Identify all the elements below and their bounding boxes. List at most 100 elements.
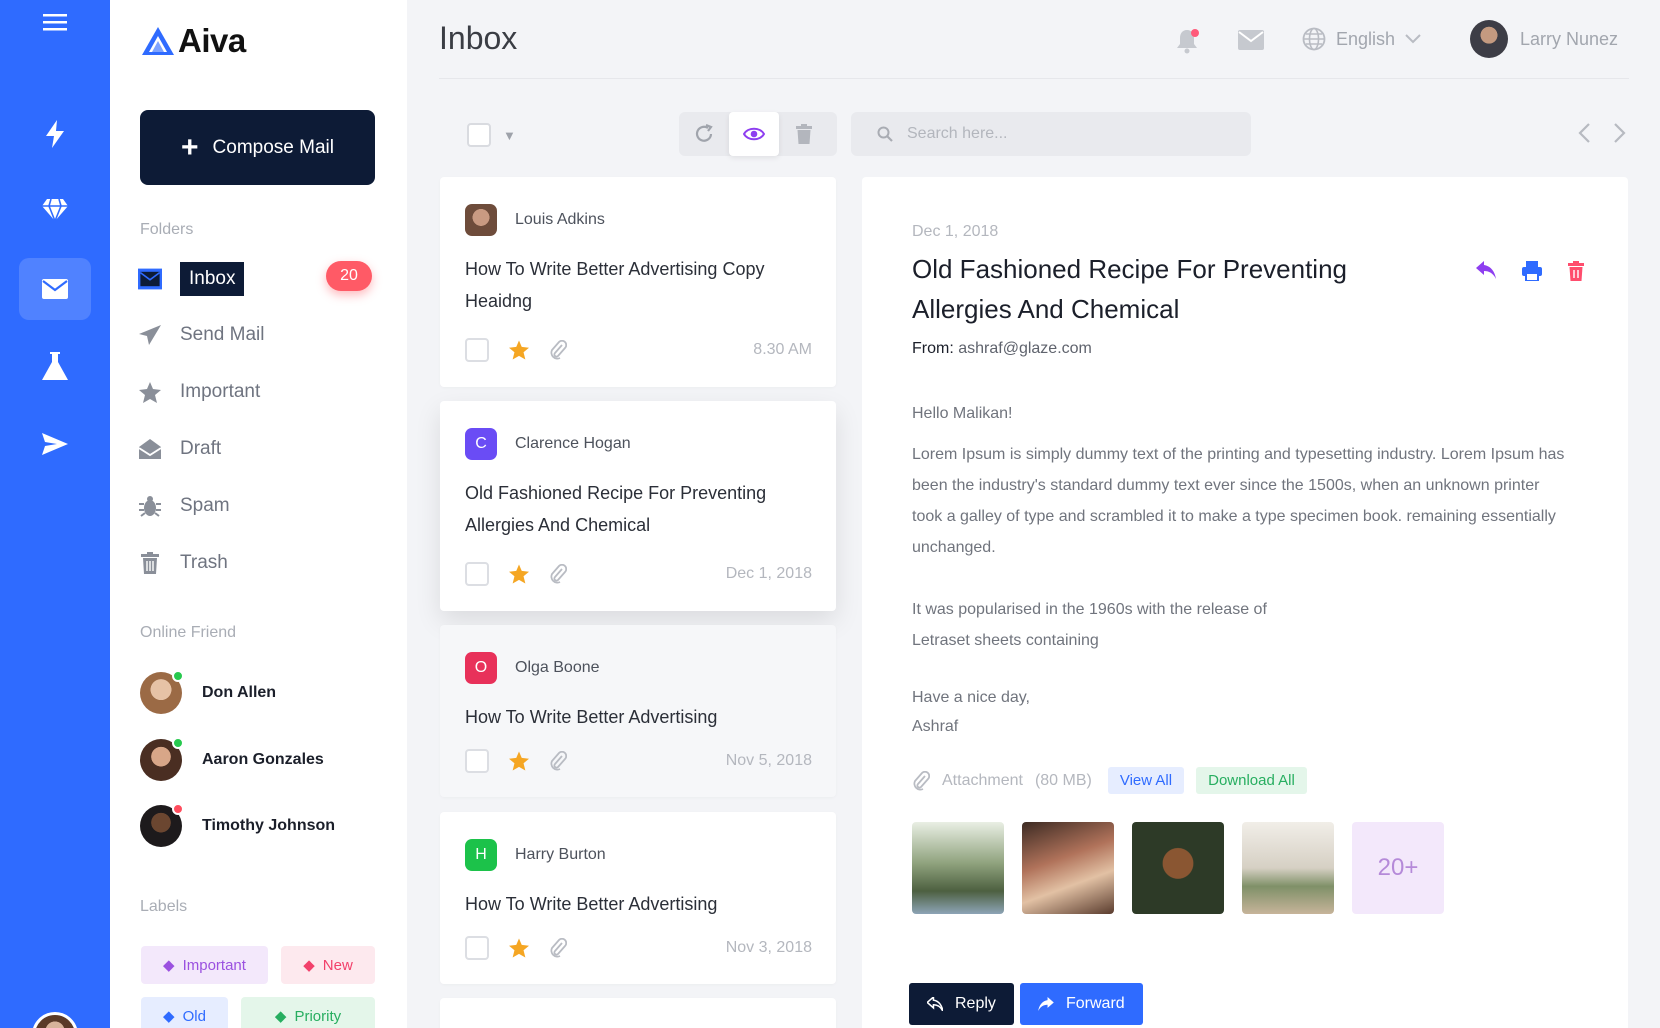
reply-icon[interactable]	[1476, 261, 1496, 279]
mail-actions	[465, 749, 567, 773]
folder-important[interactable]: Important	[138, 374, 378, 410]
star-icon[interactable]	[509, 564, 529, 584]
sender-name: Louis Adkins	[515, 211, 605, 228]
busy-status-dot	[172, 803, 184, 815]
chevron-down-icon	[1405, 34, 1421, 44]
menu-icon[interactable]	[0, 0, 110, 52]
compose-label: Compose Mail	[212, 136, 334, 158]
language-selector[interactable]: English	[1302, 27, 1421, 51]
mail-checkbox[interactable]	[465, 936, 489, 960]
mail-from: From: ashraf@glaze.com	[912, 340, 1092, 358]
avatar[interactable]	[32, 1012, 78, 1028]
folder-label: Spam	[180, 495, 230, 516]
flask-icon[interactable]	[0, 337, 110, 397]
language-label: English	[1336, 28, 1396, 49]
folder-trash[interactable]: Trash	[138, 545, 378, 581]
star-icon[interactable]	[509, 340, 529, 360]
tag-icon: ◆	[303, 957, 315, 974]
next-page-button[interactable]	[1613, 120, 1627, 151]
mail-checkbox[interactable]	[465, 338, 489, 362]
paperclip-icon[interactable]	[549, 938, 567, 958]
label-text: Priority	[294, 1007, 342, 1025]
folder-draft[interactable]: Draft	[138, 431, 378, 467]
folder-label: Trash	[180, 552, 228, 573]
caret-down-icon[interactable]: ▼	[503, 128, 516, 143]
send-icon[interactable]	[0, 414, 110, 474]
diamond-icon[interactable]	[0, 180, 110, 240]
tag-icon: ◆	[163, 957, 175, 974]
label-text: Important	[182, 956, 246, 974]
logo[interactable]: Aiva	[142, 22, 246, 60]
mail-list-item-selected[interactable]: C Clarence Hogan Old Fashioned Recipe Fo…	[440, 401, 836, 611]
star-icon[interactable]	[509, 751, 529, 771]
friend-item[interactable]: Aaron Gonzales	[140, 737, 324, 781]
refresh-button[interactable]	[679, 112, 729, 156]
reply-button[interactable]: Reply	[909, 983, 1014, 1025]
attachment-image[interactable]	[912, 822, 1004, 914]
folder-spam[interactable]: Spam	[138, 488, 378, 524]
search-bar[interactable]	[851, 112, 1251, 156]
avatar	[140, 737, 184, 781]
bell-icon[interactable]	[1175, 28, 1201, 59]
label-text: New	[322, 956, 353, 974]
mail-sender: H Harry Burton	[465, 839, 606, 871]
paperclip-icon[interactable]	[549, 340, 567, 360]
mail-icon[interactable]	[19, 258, 91, 320]
delete-button[interactable]	[779, 112, 829, 156]
friend-item[interactable]: Don Allen	[140, 670, 276, 714]
view-all-button[interactable]: View All	[1107, 767, 1185, 794]
download-all-button[interactable]: Download All	[1196, 767, 1307, 794]
logo-icon	[142, 27, 174, 55]
attachment-image[interactable]	[1022, 822, 1114, 914]
attachment-image[interactable]	[1132, 822, 1224, 914]
lightning-icon[interactable]	[0, 104, 110, 164]
paper-plane-icon	[138, 323, 162, 347]
avatar: O	[465, 652, 497, 684]
mail-list-item[interactable]: H Harry Burton How To Write Better Adver…	[440, 812, 836, 984]
mail-checkbox[interactable]	[465, 749, 489, 773]
online-status-dot	[172, 670, 184, 682]
mail-list-item[interactable]: O Olga Boone How To Write Better Adverti…	[440, 625, 836, 797]
avatar: H	[465, 839, 497, 871]
friend-name: Timothy Johnson	[202, 817, 336, 834]
attachment-image[interactable]	[1242, 822, 1334, 914]
mail-subject: How To Write Better Advertising	[465, 707, 718, 727]
prev-page-button[interactable]	[1577, 120, 1591, 151]
sidebar: Aiva + Compose Mail Folders Inbox 20 Sen…	[110, 0, 407, 1028]
more-attachments-button[interactable]: 20+	[1352, 822, 1444, 914]
paperclip-icon[interactable]	[549, 564, 567, 584]
paperclip-icon[interactable]	[549, 751, 567, 771]
mail-sender: O Olga Boone	[465, 652, 600, 684]
label-priority[interactable]: ◆ Priority	[241, 997, 375, 1028]
bug-icon	[138, 494, 162, 518]
mail-title: Old Fashioned Recipe For Preventing Alle…	[912, 254, 1348, 324]
search-icon	[877, 126, 893, 142]
user-menu[interactable]: Larry Nunez	[1470, 20, 1618, 58]
mail-subject: How To Write Better Advertising	[465, 894, 718, 914]
label-old[interactable]: ◆ Old	[141, 997, 228, 1028]
friend-item[interactable]: Timothy Johnson	[140, 803, 336, 847]
label-important[interactable]: ◆ Important	[141, 946, 268, 984]
mark-read-button[interactable]	[729, 112, 779, 156]
forward-button[interactable]: Forward	[1020, 983, 1143, 1025]
sender-name: Olga Boone	[515, 659, 600, 676]
mail-list-item[interactable]	[440, 998, 836, 1028]
folder-label: Send Mail	[180, 324, 265, 345]
mail-actions	[465, 338, 567, 362]
search-input[interactable]	[907, 125, 1207, 143]
label-new[interactable]: ◆ New	[281, 946, 375, 984]
trash-icon[interactable]	[1568, 261, 1584, 281]
paperclip-icon	[913, 770, 930, 790]
mail-checkbox[interactable]	[465, 562, 489, 586]
folder-send-mail[interactable]: Send Mail	[138, 317, 378, 353]
reply-label: Reply	[955, 995, 996, 1012]
envelope-icon[interactable]	[1238, 30, 1264, 55]
compose-button[interactable]: + Compose Mail	[140, 110, 375, 185]
star-icon[interactable]	[509, 938, 529, 958]
mail-list-item[interactable]: Louis Adkins How To Write Better Adverti…	[440, 177, 836, 387]
select-all-checkbox[interactable]	[467, 123, 491, 147]
print-icon[interactable]	[1522, 261, 1542, 281]
forward-label: Forward	[1066, 995, 1125, 1012]
globe-icon	[1302, 27, 1326, 51]
plus-icon: +	[181, 130, 199, 164]
